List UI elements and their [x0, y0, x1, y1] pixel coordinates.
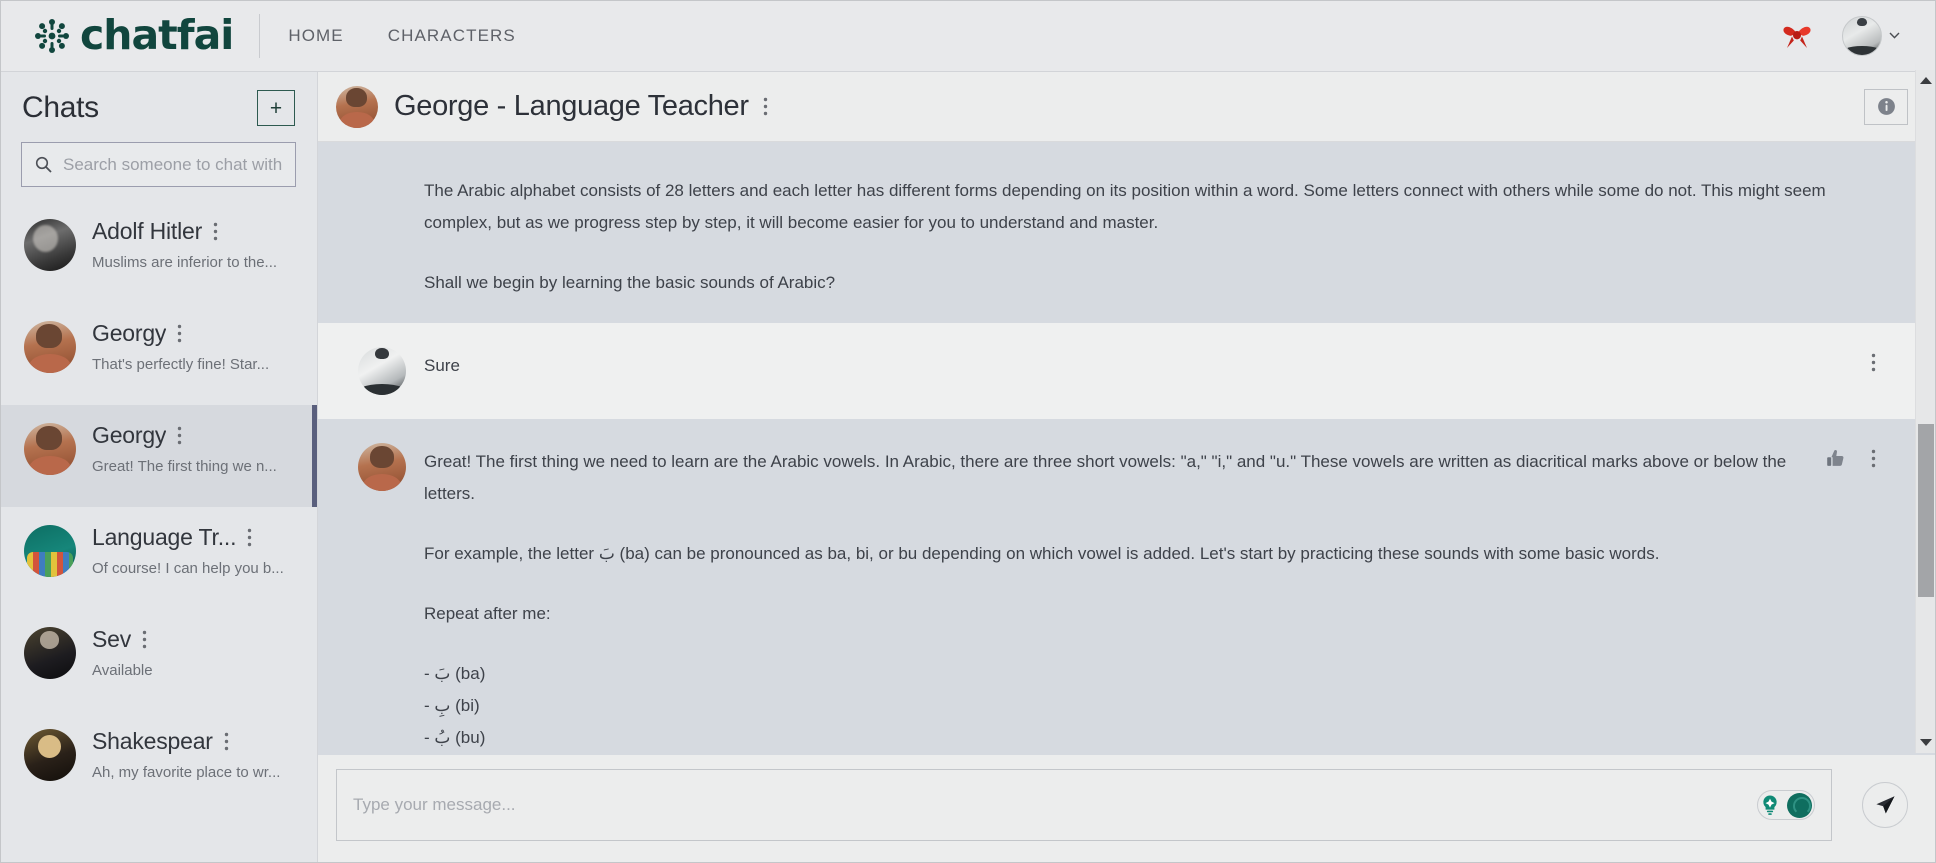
chat-info-button[interactable]: [1864, 88, 1908, 125]
chats-sidebar: Chats + Adolf Hitler: [0, 72, 318, 863]
kebab-menu-icon[interactable]: [213, 222, 218, 241]
chat-list[interactable]: Adolf Hitler Muslims are inferior to the…: [0, 201, 317, 863]
kebab-menu-icon[interactable]: [1871, 353, 1876, 372]
chat-header: George - Language Teacher: [318, 72, 1936, 142]
chat-name: Language Tr...: [92, 524, 237, 550]
message-bot: The Arabic alphabet consists of 28 lette…: [318, 142, 1936, 323]
search-input[interactable]: [63, 154, 284, 175]
chat-name: Sev: [92, 626, 132, 652]
composer-area: [318, 755, 1936, 863]
top-navigation-bar: chatfai HOME CHARACTERS: [0, 0, 1936, 72]
message-actions: [1871, 347, 1876, 395]
info-icon: [1877, 98, 1895, 115]
chat-preview: That's perfectly fine! Star...: [92, 356, 270, 373]
avatar: [358, 443, 406, 491]
message-bot: Great! The first thing we need to learn …: [318, 419, 1936, 755]
chat-name: Georgy: [92, 320, 167, 346]
search-box[interactable]: [21, 142, 296, 187]
avatar: [358, 347, 406, 395]
message-actions: [1826, 443, 1876, 754]
message-paragraph: - بِ (bi): [424, 696, 480, 715]
chat-name: Georgy: [92, 422, 167, 448]
message-text: The Arabic alphabet consists of 28 lette…: [424, 172, 1858, 299]
message-user: Sure: [318, 323, 1936, 419]
message-paragraph: Sure: [424, 356, 460, 375]
avatar: [24, 423, 76, 475]
message-paragraph: The Arabic alphabet consists of 28 lette…: [424, 181, 1826, 232]
body-row: Chats + Adolf Hitler: [0, 70, 1936, 863]
page-title: George - Language Teacher: [394, 90, 749, 122]
kebab-menu-icon[interactable]: [247, 528, 252, 547]
brand-name: chatfai: [80, 11, 234, 59]
kebab-menu-icon[interactable]: [177, 426, 182, 445]
kebab-menu-icon[interactable]: [224, 732, 229, 751]
top-right-actions: [1782, 15, 1900, 56]
chat-list-item[interactable]: Georgy Great! The first thing we n...: [0, 405, 317, 507]
chat-preview: Of course! I can help you b...: [92, 560, 284, 577]
chat-list-item[interactable]: Georgy That's perfectly fine! Star...: [0, 303, 317, 405]
avatar: [24, 627, 76, 679]
toggle-knob: [1787, 792, 1812, 818]
scroll-down-arrow[interactable]: [1916, 732, 1936, 753]
chat-list-item[interactable]: Language Tr... Of course! I can help you…: [0, 507, 317, 609]
scroll-thumb[interactable]: [1918, 424, 1934, 598]
avatar: [24, 219, 76, 271]
kebab-menu-icon[interactable]: [1871, 449, 1876, 468]
search-area: [0, 134, 317, 201]
avatar: [24, 729, 76, 781]
message-text: Great! The first thing we need to learn …: [424, 443, 1808, 754]
message-paragraph: - بُ (bu): [424, 728, 486, 747]
kebab-menu-icon[interactable]: [142, 630, 147, 649]
message-text: Sure: [424, 347, 1853, 395]
user-menu[interactable]: [1842, 15, 1900, 56]
chat-panel: George - Language Teacher The Arabic alp…: [318, 70, 1936, 863]
avatar: [24, 321, 76, 373]
message-paragraph: Great! The first thing we need to learn …: [424, 452, 1787, 503]
scroll-up-arrow[interactable]: [1916, 70, 1936, 91]
kebab-menu-icon[interactable]: [763, 97, 768, 116]
red-bow-icon[interactable]: [1782, 22, 1812, 50]
scroll-track[interactable]: [1916, 91, 1936, 732]
message-input[interactable]: [353, 795, 1691, 815]
chevron-down-icon: [1889, 32, 1900, 39]
chat-list-item[interactable]: Adolf Hitler Muslims are inferior to the…: [0, 201, 317, 303]
thumbs-up-icon[interactable]: [1826, 449, 1845, 468]
chat-list-item[interactable]: Shakespear Ah, my favorite place to wr..…: [0, 711, 317, 813]
chat-name: Adolf Hitler: [92, 218, 203, 244]
chatfai-logo-icon: [35, 18, 69, 53]
message-paragraph: Repeat after me:: [424, 604, 551, 623]
lightbulb-icon: [1763, 795, 1777, 815]
message-paragraph: For example, the letter بَ (ba) can be p…: [424, 544, 1660, 563]
search-icon: [35, 156, 52, 173]
suggestion-toggle[interactable]: [1757, 790, 1815, 820]
message-paragraph: Shall we begin by learning the basic sou…: [424, 273, 836, 292]
send-icon: [1876, 796, 1895, 814]
chat-preview: Ah, my favorite place to wr...: [92, 764, 281, 781]
message-scrollbar[interactable]: [1915, 70, 1936, 753]
message-composer[interactable]: [336, 769, 1832, 841]
chat-name: Shakespear: [92, 728, 213, 754]
sidebar-header: Chats +: [0, 72, 317, 134]
chat-preview: Great! The first thing we n...: [92, 458, 277, 475]
message-paragraph: - بَ (ba): [424, 664, 486, 683]
chatfai-app: chatfai HOME CHARACTERS Chats + Search s…: [0, 0, 1936, 863]
nav-item-characters[interactable]: CHARACTERS: [388, 26, 516, 46]
chat-list-item[interactable]: Sev Available: [0, 609, 317, 711]
brand-divider: [259, 13, 261, 58]
avatar: [24, 525, 76, 577]
send-button[interactable]: [1862, 782, 1908, 828]
chat-preview: Available: [92, 662, 153, 679]
main-nav: HOME CHARACTERS: [288, 26, 516, 46]
chat-preview: Muslims are inferior to the...: [92, 254, 278, 271]
message-list[interactable]: The Arabic alphabet consists of 28 lette…: [318, 142, 1936, 755]
composer-tools: [1757, 790, 1815, 820]
brand-logo-area[interactable]: chatfai: [30, 11, 234, 59]
avatar: [1842, 15, 1882, 56]
sidebar-title: Chats: [22, 91, 99, 124]
chat-header-avatar: [336, 85, 378, 128]
kebab-menu-icon[interactable]: [177, 324, 182, 343]
nav-item-home[interactable]: HOME: [288, 26, 343, 46]
new-chat-button[interactable]: +: [257, 90, 295, 126]
